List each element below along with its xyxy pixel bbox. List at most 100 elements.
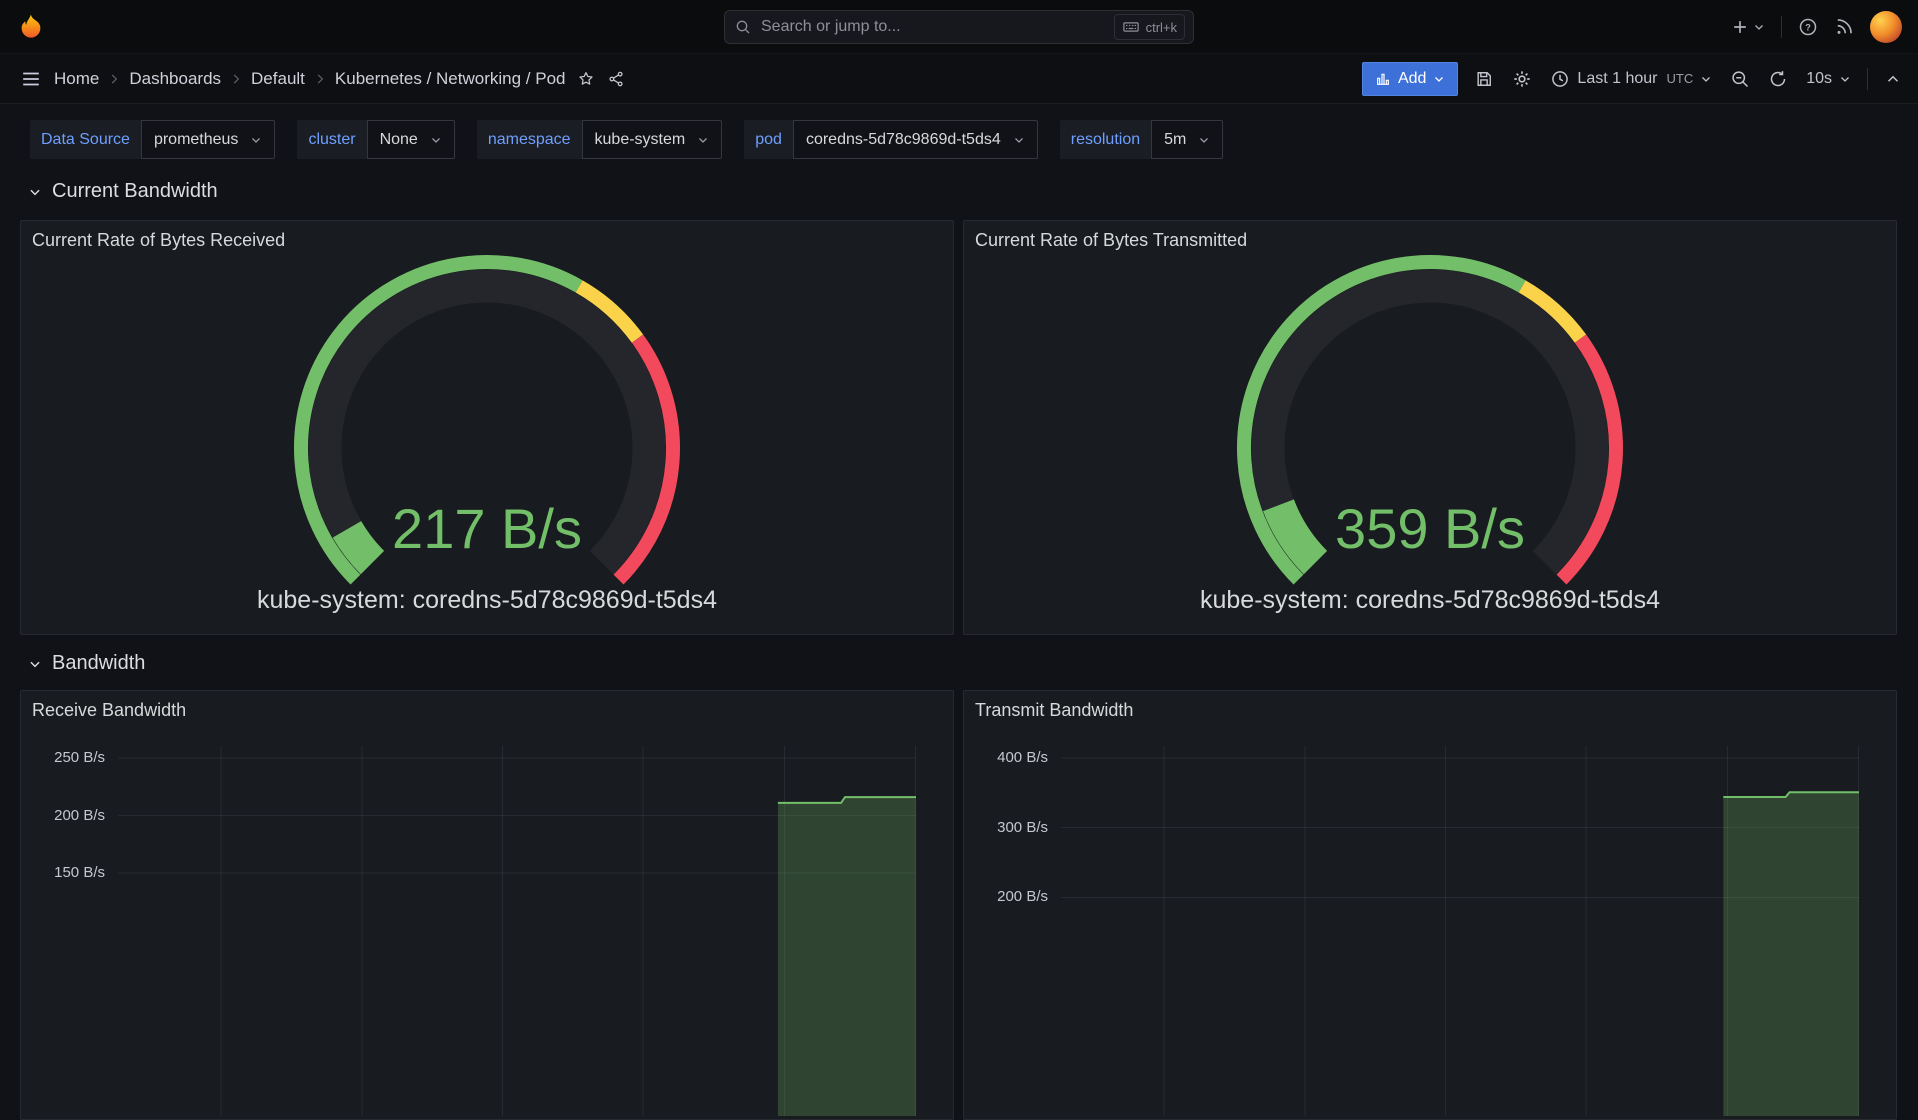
clock-icon <box>1552 70 1569 87</box>
variable-value-text: None <box>379 130 418 148</box>
breadcrumb: Home Dashboards Default Kubernetes / Net… <box>54 69 565 89</box>
caret-down-icon <box>1702 76 1711 82</box>
gauge-value: 359 B/s <box>1335 497 1525 560</box>
section-current-bandwidth[interactable]: Current Bandwidth <box>28 180 218 203</box>
panel-receive-bandwidth: Receive Bandwidth 250 B/s 200 B/s 150 B/s <box>20 690 954 1120</box>
variable-value-dropdown[interactable]: coredns-5d78c9869d-t5ds4 <box>792 120 1038 159</box>
variable-value-dropdown[interactable]: None <box>366 120 455 159</box>
search-box[interactable]: ctrl+k <box>724 10 1194 44</box>
chevron-right-icon <box>112 74 118 83</box>
search-shortcut-chip: ctrl+k <box>1113 14 1185 40</box>
caret-down-icon <box>1755 24 1763 30</box>
timeseries-chart-transmit[interactable] <box>1061 746 1859 1116</box>
menu-icon <box>23 72 39 85</box>
save-dashboard-button[interactable] <box>1472 62 1496 96</box>
search-icon <box>736 20 750 34</box>
toolbar-divider <box>1867 67 1868 90</box>
timezone-label: UTC <box>1666 71 1694 86</box>
chevron-up-icon <box>1887 75 1899 82</box>
chevron-right-icon <box>233 74 240 83</box>
section-title: Bandwidth <box>52 652 146 674</box>
top-nav: ctrl+k ? <box>0 0 1918 54</box>
nav-divider <box>1781 15 1782 38</box>
chevron-down-icon <box>1014 137 1023 143</box>
grafana-logo[interactable] <box>16 12 46 42</box>
section-title: Current Bandwidth <box>52 180 218 202</box>
caret-down-icon <box>1435 76 1444 82</box>
caret-down-icon <box>1841 76 1849 82</box>
collapse-toolbar-button[interactable] <box>1882 62 1904 96</box>
add-button[interactable]: Add <box>1361 61 1459 96</box>
chevron-down-icon <box>30 189 40 195</box>
chevron-down-icon <box>252 137 261 143</box>
variable-value-dropdown[interactable]: 5m <box>1151 120 1224 159</box>
news-button[interactable] <box>1834 17 1854 37</box>
section-bandwidth[interactable]: Bandwidth <box>28 652 145 675</box>
variable-value-text: coredns-5d78c9869d-t5ds4 <box>805 130 1001 148</box>
breadcrumb-current-dashboard: Kubernetes / Networking / Pod <box>334 68 566 88</box>
panel-title[interactable]: Transmit Bandwidth <box>975 700 1133 721</box>
y-axis-tick-label: 400 B/s <box>997 749 1048 766</box>
star-icon <box>579 71 594 85</box>
variable-value-text: prometheus <box>153 130 239 148</box>
panel-title[interactable]: Current Rate of Bytes Received <box>32 230 285 251</box>
new-menu-button[interactable] <box>1730 17 1765 37</box>
y-axis-tick-label: 300 B/s <box>997 818 1048 836</box>
rss-icon <box>1837 18 1852 34</box>
breadcrumb-default[interactable]: Default <box>251 69 305 89</box>
variable-resolution: resolution 5m <box>1059 120 1224 159</box>
chevron-down-icon <box>1200 137 1209 143</box>
mega-menu-button[interactable] <box>20 68 42 90</box>
variable-value-dropdown[interactable]: kube-system <box>581 120 723 159</box>
share-button[interactable] <box>607 70 625 88</box>
variable-value-text: kube-system <box>594 130 686 148</box>
help-button[interactable]: ? <box>1798 17 1818 37</box>
gauge-series-label: kube-system: coredns-5d78c9869d-t5ds4 <box>1200 586 1660 614</box>
breadcrumb-dashboards[interactable]: Dashboards <box>129 69 221 89</box>
y-axis-tick-label: 150 B/s <box>54 864 105 881</box>
variable-label: pod <box>744 120 793 159</box>
svg-text:?: ? <box>1805 22 1811 32</box>
y-axis-tick-label: 200 B/s <box>54 806 105 824</box>
grafana-logo-icon <box>21 14 41 38</box>
timeseries-chart-receive[interactable] <box>118 746 916 1116</box>
panel-title[interactable]: Current Rate of Bytes Transmitted <box>975 230 1247 251</box>
plus-icon <box>1734 20 1746 33</box>
bar-chart-icon <box>1376 73 1389 85</box>
variable-label: namespace <box>476 120 582 159</box>
user-avatar[interactable] <box>1870 10 1902 43</box>
gear-icon <box>1514 70 1531 87</box>
refresh-icon <box>1770 70 1786 86</box>
y-axis-tick-label: 200 B/s <box>997 888 1048 906</box>
zoom-out-time-button[interactable] <box>1728 62 1752 96</box>
breadcrumb-home[interactable]: Home <box>54 69 99 89</box>
search-input[interactable] <box>759 17 1106 37</box>
variable-cluster: cluster None <box>297 120 455 159</box>
nav-right-actions: ? <box>1730 10 1902 43</box>
zoom-out-icon <box>1732 70 1749 87</box>
refresh-button[interactable] <box>1766 62 1790 96</box>
variable-value-dropdown[interactable]: prometheus <box>140 120 276 159</box>
variable-pod: pod coredns-5d78c9869d-t5ds4 <box>744 120 1038 159</box>
variable-namespace: namespace kube-system <box>476 120 723 159</box>
grafana-dashboard: { "topnav": { "search_placeholder": "Sea… <box>0 0 1918 1120</box>
panel-transmit-bandwidth: Transmit Bandwidth 400 B/s 300 B/s 200 B/s <box>963 690 1897 1120</box>
save-icon <box>1477 71 1492 86</box>
variable-value-text: 5m <box>1164 130 1187 148</box>
time-range-picker[interactable]: Last 1 hour UTC <box>1548 62 1714 96</box>
dashboard-toolbar: Home Dashboards Default Kubernetes / Net… <box>0 54 1918 104</box>
y-axis-tick-label: 250 B/s <box>54 749 105 766</box>
favorite-button[interactable] <box>577 70 595 88</box>
toolbar-right: Add Last 1 hour UTC 10s <box>1361 61 1904 96</box>
chevron-down-icon <box>699 137 708 143</box>
chevron-right-icon <box>317 74 324 83</box>
toolbar-left: Home Dashboards Default Kubernetes / Net… <box>20 68 625 90</box>
dashboard-settings-button[interactable] <box>1510 62 1534 96</box>
panel-title[interactable]: Receive Bandwidth <box>32 700 186 721</box>
refresh-interval-label: 10s <box>1806 69 1832 87</box>
time-range-label: Last 1 hour <box>1577 69 1658 87</box>
share-alt-icon <box>609 71 624 86</box>
refresh-interval-picker[interactable]: 10s <box>1804 62 1853 96</box>
variable-label: resolution <box>1059 120 1152 159</box>
gauge-series-label: kube-system: coredns-5d78c9869d-t5ds4 <box>257 586 717 614</box>
